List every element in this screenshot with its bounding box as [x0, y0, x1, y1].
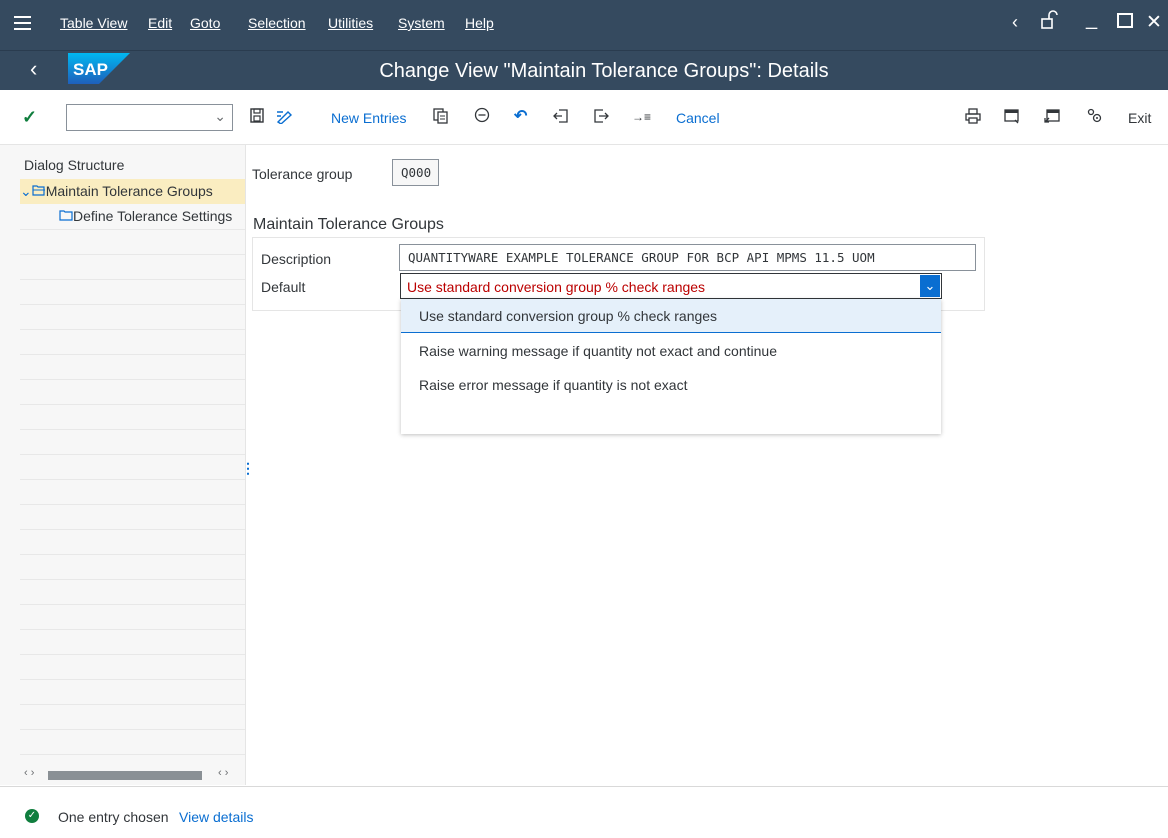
grid-line [20, 379, 245, 380]
description-label: Description [261, 251, 332, 267]
dropdown-option[interactable]: Raise error message if quantity is not e… [401, 368, 941, 402]
folder-icon [59, 208, 73, 224]
open-folder-icon [32, 183, 46, 199]
grid-line [20, 629, 245, 630]
view-details-link[interactable]: View details [179, 809, 253, 825]
scroll-arrows-icon[interactable]: ‹ › [24, 767, 34, 779]
grid-line [20, 554, 245, 555]
title-bar: ‹ SAP Change View "Maintain Tolerance Gr… [0, 50, 1168, 90]
default-label: Default [261, 279, 306, 295]
menu-selection[interactable]: Selection [248, 15, 306, 31]
menu-table-view[interactable]: Table View [60, 15, 127, 31]
unlock-icon[interactable] [1040, 10, 1058, 36]
status-bar: ✓ One entry chosen View details [0, 786, 1168, 838]
grid-line [20, 404, 245, 405]
tree-item-label: Define Tolerance Settings [73, 208, 233, 224]
grid-line [20, 254, 245, 255]
chevron-down-icon[interactable]: ⌄ [920, 275, 940, 297]
previous-entry-icon[interactable] [553, 108, 569, 129]
menu-help[interactable]: Help [465, 15, 494, 31]
cancel-button[interactable]: Cancel [676, 110, 720, 126]
other-entry-icon[interactable]: →≡ [632, 110, 651, 124]
dropdown-option[interactable]: Raise warning message if quantity not ex… [401, 334, 941, 368]
maximize-icon[interactable] [1117, 12, 1133, 35]
close-icon[interactable]: ✕ [1146, 11, 1162, 34]
command-field[interactable]: ⌄ [66, 104, 233, 131]
grid-line [20, 279, 245, 280]
tree-item-maintain-tolerance-groups[interactable]: ⌄ Maintain Tolerance Groups [20, 179, 245, 204]
default-select-value: Use standard conversion group % check ra… [407, 279, 706, 295]
grid-line [20, 229, 245, 230]
toolbar: ✓ ⌄ New Entries ↶ →≡ Cancel Exit [0, 91, 1168, 145]
grid-line [20, 329, 245, 330]
grid-line [20, 604, 245, 605]
scroll-arrows-icon[interactable]: ‹ › [218, 767, 228, 779]
menu-utilities[interactable]: Utilities [328, 15, 373, 31]
horizontal-scrollbar[interactable]: ‹ › ‹ › [20, 767, 245, 781]
grid-line [20, 304, 245, 305]
new-window-icon[interactable] [1004, 108, 1020, 129]
grid-line [20, 529, 245, 530]
grid-line [20, 479, 245, 480]
grid-line [20, 754, 245, 755]
tolerance-group-field: Q000 [392, 159, 439, 186]
menu-system[interactable]: System [398, 15, 445, 31]
grid-line [20, 704, 245, 705]
grid-line [20, 729, 245, 730]
scrollbar-thumb[interactable] [48, 771, 202, 780]
page-title: Change View "Maintain Tolerance Groups":… [379, 60, 829, 82]
description-field[interactable]: QUANTITYWARE EXAMPLE TOLERANCE GROUP FOR… [399, 244, 976, 271]
dropdown-option[interactable]: Use standard conversion group % check ra… [401, 299, 941, 333]
dialog-structure-panel: Dialog Structure ⌄ Maintain Tolerance Gro… [0, 145, 246, 785]
menu-bar: Table View Edit Goto Selection Utilities… [0, 0, 1168, 50]
tree-item-define-tolerance-settings[interactable]: Define Tolerance Settings [20, 204, 245, 229]
group-title: Maintain Tolerance Groups [253, 216, 444, 233]
undo-icon[interactable]: ↶ [514, 106, 527, 126]
copy-as-icon[interactable] [433, 108, 449, 129]
display-change-icon[interactable] [276, 108, 294, 129]
delete-icon[interactable] [474, 107, 490, 128]
hamburger-icon[interactable] [14, 16, 31, 30]
success-check-icon: ✓ [25, 809, 39, 823]
tree-item-label: Maintain Tolerance Groups [45, 183, 213, 199]
grid-line [20, 454, 245, 455]
grid-line [20, 429, 245, 430]
grid-line [20, 504, 245, 505]
tolerance-group-label: Tolerance group [252, 166, 353, 182]
grid-line [20, 679, 245, 680]
status-message: One entry chosen [58, 809, 169, 825]
chevron-down-icon[interactable]: ⌄ [214, 108, 226, 125]
grid-line [20, 354, 245, 355]
grid-line [20, 579, 245, 580]
save-icon[interactable] [250, 108, 264, 128]
minimize-icon[interactable]: _ [1086, 8, 1097, 31]
print-icon[interactable] [965, 108, 981, 129]
generate-shortcut-icon[interactable] [1044, 108, 1060, 129]
grid-line [20, 654, 245, 655]
new-entries-button[interactable]: New Entries [331, 110, 406, 126]
default-select[interactable]: Use standard conversion group % check ra… [400, 273, 942, 299]
exit-button[interactable]: Exit [1128, 110, 1151, 126]
next-entry-icon[interactable] [593, 108, 609, 129]
collapse-icon[interactable]: ‹ [1012, 12, 1018, 33]
menu-goto[interactable]: Goto [190, 15, 220, 31]
default-dropdown-list: Use standard conversion group % check ra… [401, 299, 941, 434]
chevron-down-icon[interactable]: ⌄ [20, 183, 32, 199]
dialog-structure-header: Dialog Structure [24, 157, 125, 173]
settings-icon[interactable] [1087, 108, 1103, 129]
enter-check-icon[interactable]: ✓ [22, 107, 37, 128]
menu-edit[interactable]: Edit [148, 15, 172, 31]
splitter-handle[interactable]: ⋮ [241, 460, 255, 480]
